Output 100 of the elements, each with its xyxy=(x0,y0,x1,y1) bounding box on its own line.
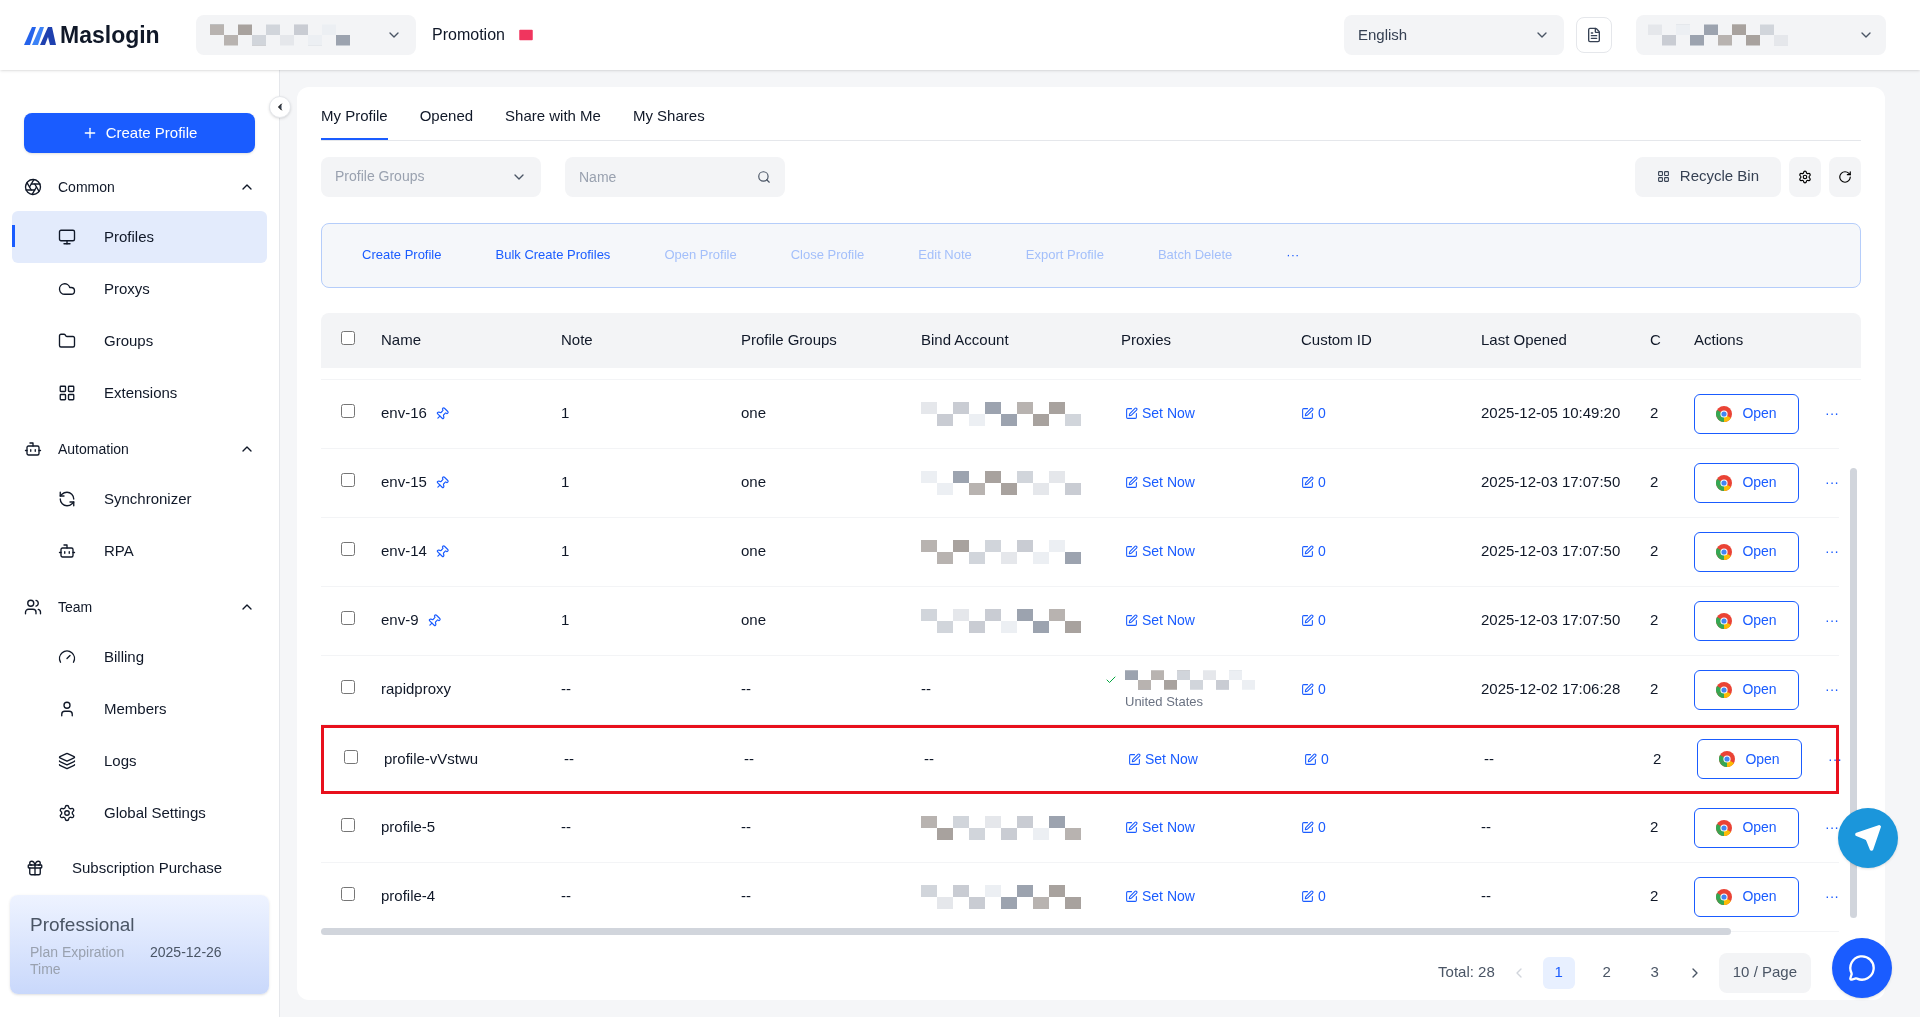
grid-icon xyxy=(58,384,76,402)
browser-icon xyxy=(1716,474,1733,491)
more-button[interactable]: ··· xyxy=(1825,610,1839,631)
layers-icon xyxy=(58,752,76,770)
row-checkbox[interactable] xyxy=(341,818,355,833)
edit-custom-id-link[interactable]: 0 xyxy=(1301,472,1326,493)
more-button[interactable]: ··· xyxy=(1828,748,1842,770)
sidebar-item[interactable]: Proxys xyxy=(12,263,267,315)
row-checkbox[interactable] xyxy=(341,680,355,695)
more-button[interactable]: ··· xyxy=(1825,679,1839,700)
edit-custom-id-link[interactable]: 0 xyxy=(1301,610,1326,631)
set-proxy-link[interactable]: Set Now xyxy=(1125,541,1301,562)
open-button[interactable]: Open xyxy=(1694,600,1799,641)
chat-bubble-icon xyxy=(1848,954,1876,982)
sidebar-section-header[interactable]: Automation xyxy=(0,425,279,473)
open-button[interactable]: Open xyxy=(1697,739,1802,779)
open-button[interactable]: Open xyxy=(1694,462,1799,503)
sidebar-item[interactable]: Synchronizer xyxy=(12,473,267,525)
name-search-field[interactable]: Name xyxy=(565,156,785,197)
row-checkbox[interactable] xyxy=(341,404,355,419)
edit-custom-id-link[interactable]: 0 xyxy=(1301,886,1326,907)
edit-custom-id-link[interactable]: 0 xyxy=(1301,403,1326,424)
table-cell-text: -- xyxy=(924,748,934,769)
settings-button[interactable] xyxy=(1789,156,1821,197)
sidebar-section-header[interactable]: Common xyxy=(0,163,279,211)
sidebar-item[interactable]: Global Settings xyxy=(12,787,267,839)
edit-icon xyxy=(1301,890,1314,903)
row-checkbox[interactable] xyxy=(341,542,355,557)
more-button[interactable]: ··· xyxy=(1825,472,1839,493)
edit-icon xyxy=(1125,614,1138,627)
page-button[interactable]: 2 xyxy=(1590,956,1623,989)
set-proxy-link[interactable]: Set Now xyxy=(1125,886,1301,907)
open-button[interactable]: Open xyxy=(1694,876,1799,917)
profile-name: env-14 xyxy=(381,541,427,562)
more-button[interactable]: ··· xyxy=(1825,817,1839,838)
page-size-select[interactable]: 10 / Page xyxy=(1718,952,1811,993)
sidebar-item[interactable]: Extensions xyxy=(12,367,267,419)
sidebar-section-header[interactable]: Team xyxy=(0,583,279,631)
row-checkbox[interactable] xyxy=(341,473,355,488)
toolbar-action[interactable]: Bulk Create Profiles xyxy=(495,245,611,265)
profile-name: rapidproxy xyxy=(381,679,452,700)
sidebar-item[interactable]: Subscription Purchase xyxy=(0,845,279,891)
set-proxy-link[interactable]: Set Now xyxy=(1125,472,1301,493)
language-select[interactable]: English xyxy=(1344,15,1564,55)
tab[interactable]: My Shares xyxy=(632,105,705,140)
row-checkbox[interactable] xyxy=(341,887,355,902)
row-checkbox[interactable] xyxy=(344,749,358,764)
set-proxy-link[interactable]: Set Now xyxy=(1125,403,1301,424)
edit-custom-id-link[interactable]: 0 xyxy=(1301,817,1326,838)
plan-name: Professional xyxy=(30,913,136,937)
sidebar-collapse-button[interactable] xyxy=(269,96,291,118)
more-button[interactable]: ··· xyxy=(1825,886,1839,907)
table-cell-text: -- xyxy=(561,679,572,700)
select-all-checkbox[interactable] xyxy=(341,330,355,345)
tab[interactable]: Opened xyxy=(419,105,474,140)
edit-custom-id-link[interactable]: 0 xyxy=(1301,679,1326,700)
sidebar-item[interactable]: Profiles xyxy=(12,211,267,263)
edit-custom-id-link[interactable]: 0 xyxy=(1304,748,1329,770)
plan-expiration-value: 2025-12-26 xyxy=(150,943,222,962)
toolbar-action[interactable]: ··· xyxy=(1286,245,1300,265)
toolbar-action[interactable]: Create Profile xyxy=(362,245,442,265)
recycle-bin-button[interactable]: Recycle Bin xyxy=(1634,156,1781,197)
open-button[interactable]: Open xyxy=(1694,531,1799,572)
table-cell-text: -- xyxy=(741,679,752,700)
more-button[interactable]: ··· xyxy=(1825,541,1839,562)
set-proxy-link[interactable]: Set Now xyxy=(1128,748,1304,770)
edit-custom-id-link[interactable]: 0 xyxy=(1301,541,1326,562)
more-button[interactable]: ··· xyxy=(1825,403,1839,424)
page-button[interactable]: 3 xyxy=(1638,956,1671,989)
row-checkbox[interactable] xyxy=(341,611,355,626)
workspace-dropdown[interactable] xyxy=(196,15,416,55)
browser-icon xyxy=(1716,405,1733,422)
table-cell-text: -- xyxy=(744,748,755,769)
brand-name: Maslogin xyxy=(60,20,160,50)
search-icon xyxy=(757,169,771,184)
sidebar-item[interactable]: Groups xyxy=(12,315,267,367)
tab[interactable]: My Profile xyxy=(321,105,388,140)
table-cell-text: 2025-12-03 17:07:50 xyxy=(1481,472,1622,493)
open-button[interactable]: Open xyxy=(1694,393,1799,434)
profile-name: env-15 xyxy=(381,472,427,493)
page-button[interactable]: 1 xyxy=(1542,956,1575,989)
document-button[interactable] xyxy=(1576,17,1612,53)
gift-icon xyxy=(26,859,44,877)
tab[interactable]: Share with Me xyxy=(505,105,601,140)
refresh-button[interactable] xyxy=(1829,156,1861,197)
sidebar-item[interactable]: Logs xyxy=(12,735,267,787)
open-button[interactable]: Open xyxy=(1694,807,1799,848)
account-dropdown[interactable] xyxy=(1636,15,1886,55)
sidebar-item[interactable]: Members xyxy=(12,683,267,735)
sidebar-item[interactable]: Billing xyxy=(12,631,267,683)
proxy-country: United States xyxy=(1125,692,1205,711)
promotion-link[interactable]: Promotion xyxy=(432,23,505,47)
create-profile-button[interactable]: Create Profile xyxy=(24,113,255,153)
profile-name: profile-5 xyxy=(381,817,436,838)
open-button[interactable]: Open xyxy=(1694,669,1799,710)
edit-icon xyxy=(1301,614,1314,627)
set-proxy-link[interactable]: Set Now xyxy=(1125,817,1301,838)
browser-icon xyxy=(1719,751,1736,767)
sidebar-item[interactable]: RPA xyxy=(12,525,267,577)
set-proxy-link[interactable]: Set Now xyxy=(1125,610,1301,631)
